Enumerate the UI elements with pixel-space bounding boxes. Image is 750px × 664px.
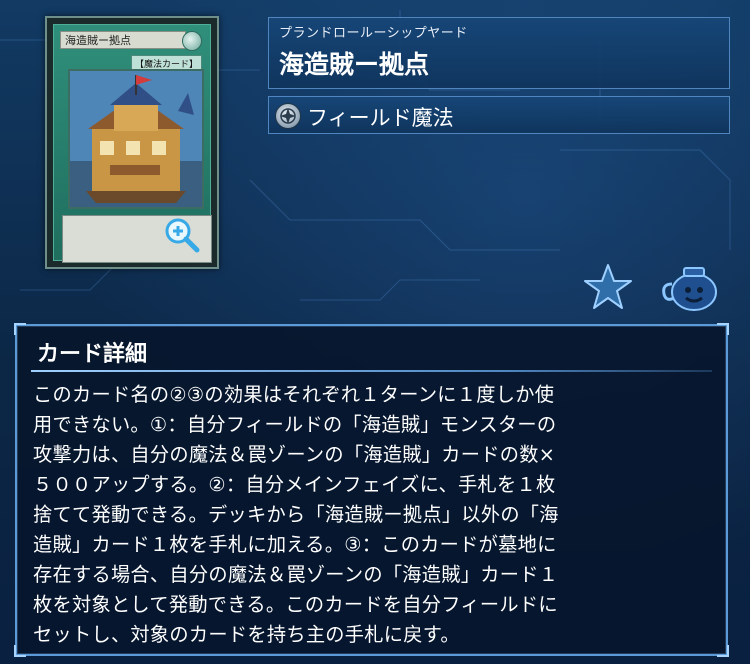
zoom-button[interactable] bbox=[163, 216, 201, 254]
card-type-label: フィールド魔法 bbox=[307, 106, 454, 130]
card-effect-text: このカード名の②③の効果はそれぞれ１ターンに１度しか使 用できない。①：自分フィ… bbox=[33, 383, 559, 646]
card-frame-name: 海造賊ー拠点 bbox=[60, 31, 186, 49]
card-thumbnail[interactable]: 海造賊ー拠点 【魔法カード】 bbox=[45, 16, 219, 269]
frame-corner bbox=[717, 645, 729, 657]
detail-title: カード詳細 bbox=[37, 342, 148, 367]
card-detail-panel: カード詳細 このカード名の②③の効果はそれぞれ１ターンに１度しか使 用できない。… bbox=[14, 323, 729, 657]
divider bbox=[31, 370, 712, 372]
card-name-panel: プランドロールーシップヤード 海造賊ー拠点 bbox=[268, 17, 730, 89]
star-icon bbox=[584, 264, 632, 309]
field-spell-icon bbox=[275, 103, 301, 129]
frame-corner bbox=[717, 323, 729, 335]
pot-icon[interactable] bbox=[660, 262, 722, 314]
spell-attribute-icon bbox=[182, 31, 202, 51]
zoom-in-icon bbox=[165, 218, 200, 253]
card-reading: プランドロールーシップヤード bbox=[279, 26, 468, 41]
frame-corner bbox=[14, 645, 26, 657]
card-artwork bbox=[68, 69, 204, 209]
favorite-button[interactable] bbox=[582, 262, 634, 312]
frame-corner bbox=[14, 323, 26, 335]
card-type-panel: フィールド魔法 bbox=[268, 96, 730, 134]
card-title: 海造賊ー拠点 bbox=[279, 50, 430, 79]
